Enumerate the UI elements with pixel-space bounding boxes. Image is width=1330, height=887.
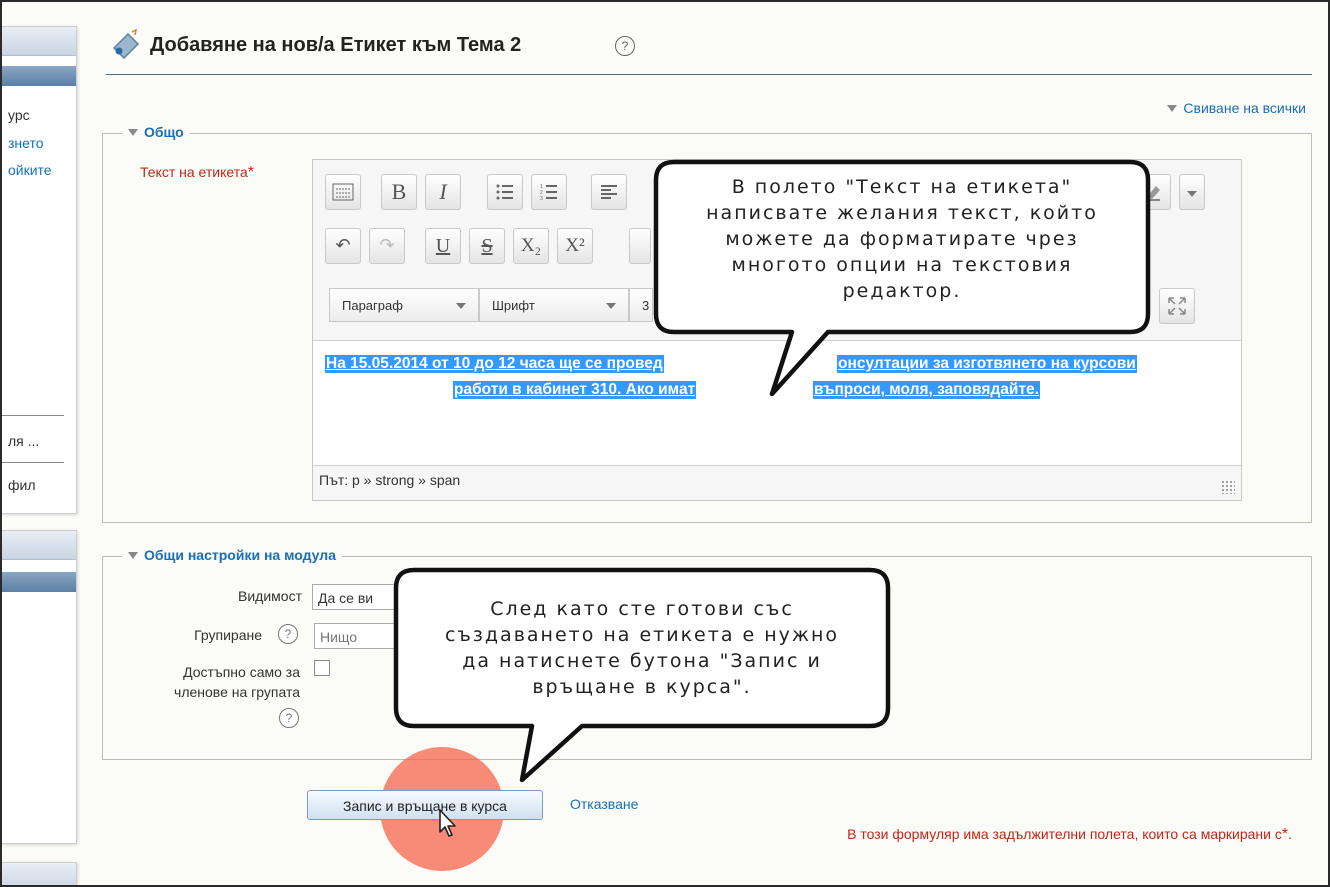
callout-top-line: многото опции на текстовия (731, 254, 1073, 276)
callout-top-line: В полето "Текст на етикета" (731, 176, 1073, 198)
callout-bottom-line: да натиснете бутона "Запис и (462, 650, 822, 672)
callout-bottom-text: След като сте готови със създаването на … (402, 596, 882, 700)
callout-top-bubble (393, 159, 1151, 783)
callout-top-line: можете да форматирате чрез (725, 228, 1079, 250)
screen-frame: урс знето ойките ля ... фил Добавяне на … (0, 0, 1330, 887)
callout-top-text: В полето "Текст на етикета" написвате же… (662, 174, 1142, 304)
callout-bottom-line: връщане в курса". (532, 676, 752, 698)
callout-bottom-line: След като сте готови със (490, 598, 794, 620)
callout-bottom-line: създаването на етикета е нужно (444, 624, 840, 646)
callout-top-line: редактор. (842, 280, 962, 302)
callout-top-line: написвате желания текст, който (706, 202, 1098, 224)
